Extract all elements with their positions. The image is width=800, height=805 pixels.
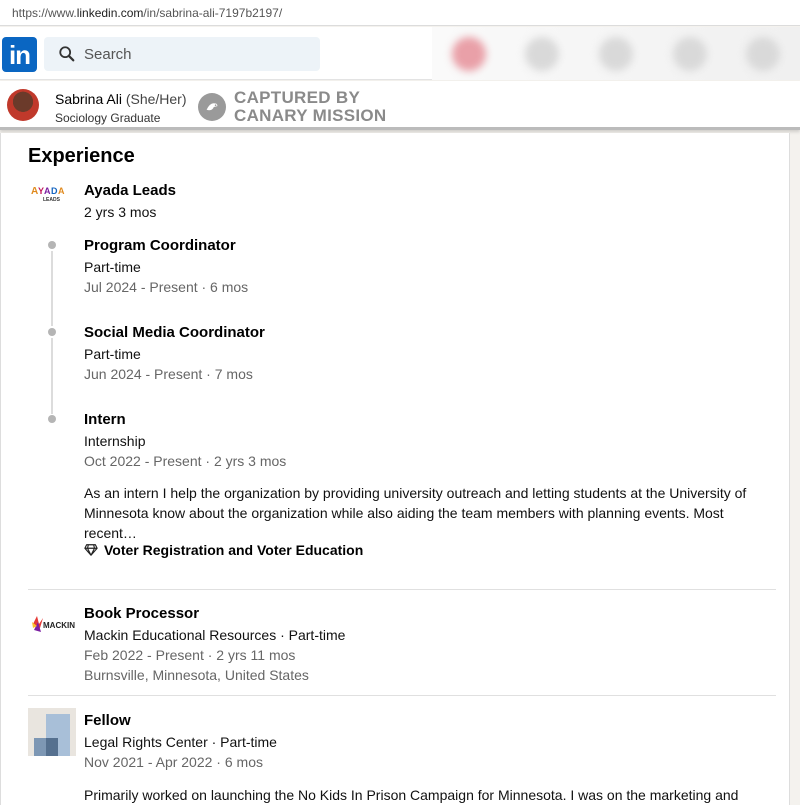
diamond-icon [84,544,98,556]
legal-rights-center-logo[interactable] [28,708,76,756]
nav-icon-blurred[interactable] [746,36,781,71]
mackin-logo-text: MACKIN [43,621,75,630]
url-domain: linkedin.com [76,5,144,20]
profile-name: Sabrina Ali [55,91,122,107]
role-title[interactable]: Fellow [84,712,131,729]
timeline-dot [48,328,56,336]
sticky-profile-bar: Sabrina Ali (She/Her) Sociology Graduate… [0,81,800,130]
role-dates: Feb 2022 - Present · 2 yrs 11 mos [84,647,296,663]
role-location: Burnsville, Minnesota, United States [84,667,309,683]
divider [28,695,776,696]
role-title: Intern [84,411,126,428]
skill-label: Voter Registration and Voter Education [104,542,364,558]
mackin-logo[interactable]: MACKIN [31,614,75,634]
role-dates: Jun 2024 - Present · 7 mos [84,366,253,382]
svg-text:LEADS: LEADS [43,197,61,203]
nav-icon-blurred[interactable] [451,36,486,71]
nav-icon-blurred[interactable] [525,36,560,71]
svg-text:A: A [44,186,51,196]
avatar[interactable] [7,89,39,121]
search-icon [59,46,75,62]
nav-icon-blurred[interactable] [672,36,707,71]
search-input[interactable] [84,45,304,63]
svg-text:D: D [51,186,58,196]
svg-text:A: A [58,186,65,196]
section-title: Experience [28,145,135,167]
profile-name-line: Sabrina Ali (She/Her) [55,91,187,107]
role-type: Internship [84,433,146,449]
canary-watermark: CAPTURED BY CANARY MISSION [198,89,387,125]
company-duration: 2 yrs 3 mos [84,204,157,220]
address-bar[interactable]: https://www. linkedin.com/in/sabrina-ali-… [0,0,800,26]
top-nav: in [0,27,800,80]
role-title: Social Media Coordinator [84,324,265,341]
role-title: Program Coordinator [84,237,236,254]
profile-pronouns: (She/Her) [125,91,187,107]
role-dates: Jul 2024 - Present · 6 mos [84,279,249,295]
url-prefix: https://www. [12,5,77,20]
role-title[interactable]: Book Processor [84,605,199,622]
canary-bird-icon [198,93,226,121]
profile-headline: Sociology Graduate [55,111,161,125]
company-name: Legal Rights Center · Part-time [84,734,277,750]
watermark-line-2: CANARY MISSION [234,106,387,125]
nav-icon-blurred[interactable] [598,36,633,71]
watermark-line-1: CAPTURED BY [234,88,361,107]
timeline-dot [48,241,56,249]
role-type: Part-time [84,259,141,275]
nav-icons-blurred [432,27,800,80]
skill-row[interactable]: Voter Registration and Voter Education [84,542,363,558]
role-description: Primarily worked on launching the No Kid… [84,787,739,803]
timeline-dot [48,415,56,423]
role-type: Part-time [84,346,141,362]
linkedin-logo[interactable]: in [2,37,37,72]
role-dates: Oct 2022 - Present · 2 yrs 3 mos [84,453,287,469]
experience-section: Experience A Y A D A LEADS Ayada Leads 2… [0,133,790,805]
company-name: Mackin Educational Resources · Part-time [84,627,346,643]
company-name[interactable]: Ayada Leads [84,182,176,199]
role-dates: Nov 2021 - Apr 2022 · 6 mos [84,754,263,770]
url-path: /in/sabrina-ali-7197b2197/ [143,5,283,20]
search-box[interactable] [44,37,320,71]
timeline-line [51,338,53,414]
ayada-leads-logo[interactable]: A Y A D A LEADS [31,183,71,203]
timeline-line [51,251,53,326]
divider [28,589,776,590]
role-description: As an intern I help the organization by … [84,485,747,541]
